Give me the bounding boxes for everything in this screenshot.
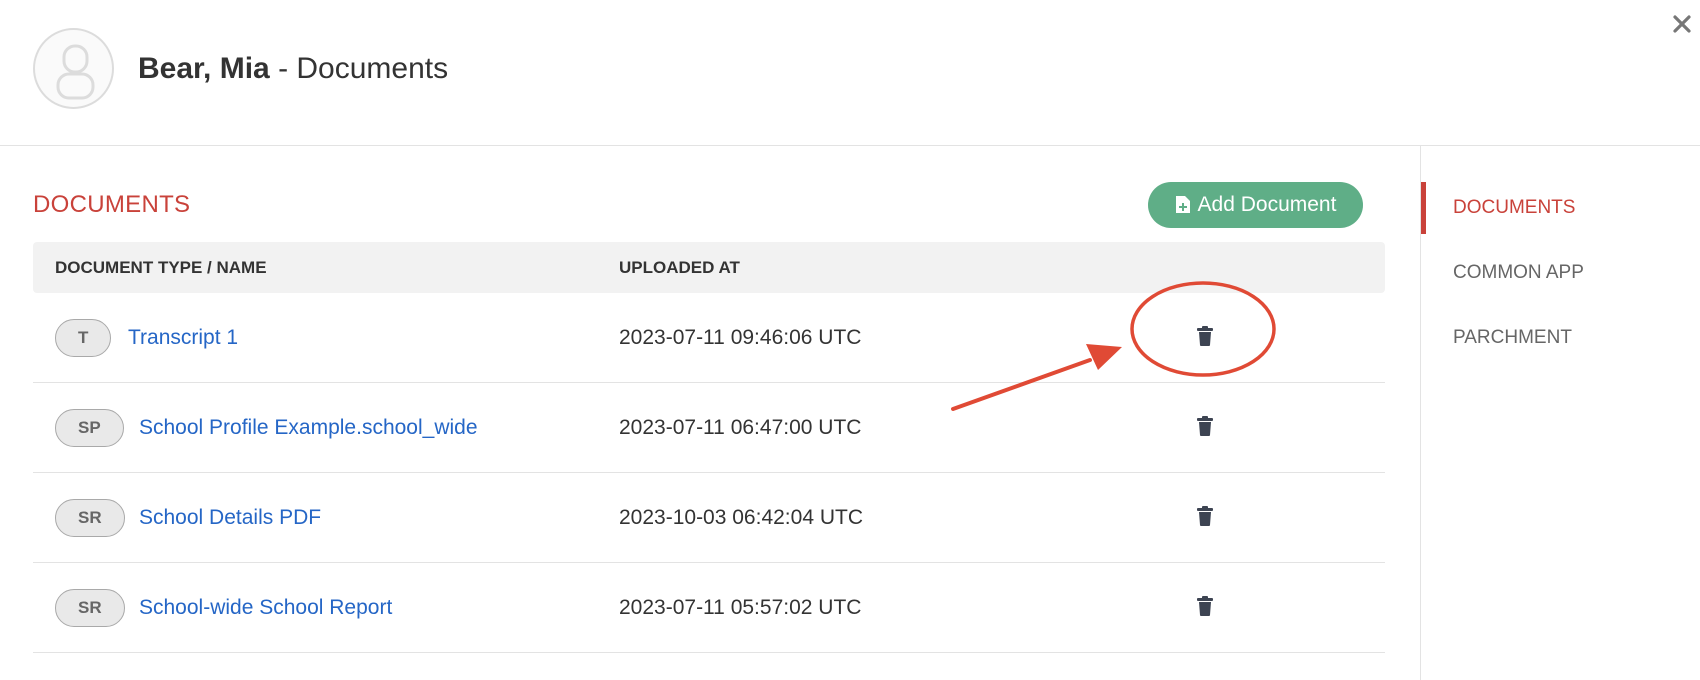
user-placeholder-icon bbox=[56, 44, 95, 100]
nav-item-parchment[interactable]: PARCHMENT bbox=[1421, 312, 1700, 364]
document-type-badge: SP bbox=[55, 409, 124, 447]
avatar bbox=[33, 28, 114, 109]
delete-button[interactable] bbox=[1196, 325, 1214, 347]
table-row: SR School-wide School Report 2023-07-11 … bbox=[33, 563, 1385, 653]
document-link[interactable]: School Profile Example.school_wide bbox=[139, 383, 478, 473]
document-type-badge: SR bbox=[55, 589, 125, 627]
add-document-label: Add Document bbox=[1197, 193, 1337, 216]
delete-button[interactable] bbox=[1196, 595, 1214, 617]
uploaded-at: 2023-10-03 06:42:04 UTC bbox=[619, 506, 863, 529]
uploaded-at: 2023-07-11 06:47:00 UTC bbox=[619, 416, 862, 439]
document-type-badge: SR bbox=[55, 499, 125, 537]
nav-item-common-app[interactable]: COMMON APP bbox=[1421, 247, 1700, 299]
modal-header: Bear, Mia - Documents bbox=[0, 0, 1700, 146]
trash-icon bbox=[1197, 416, 1213, 436]
page-title: Bear, Mia - Documents bbox=[138, 50, 448, 88]
trash-icon bbox=[1197, 326, 1213, 346]
close-icon bbox=[1673, 15, 1691, 33]
delete-button[interactable] bbox=[1196, 505, 1214, 527]
title-suffix: - Documents bbox=[269, 52, 449, 85]
documents-modal: Bear, Mia - Documents DOCUMENTS Add Docu… bbox=[0, 0, 1700, 680]
table-row: SP School Profile Example.school_wide 20… bbox=[33, 383, 1385, 473]
document-link[interactable]: School Details PDF bbox=[139, 473, 321, 563]
student-name: Bear, Mia bbox=[138, 52, 270, 85]
table-row: SR School Details PDF 2023-10-03 06:42:0… bbox=[33, 473, 1385, 563]
uploaded-at: 2023-07-11 09:46:06 UTC bbox=[619, 326, 862, 349]
close-button[interactable] bbox=[1668, 10, 1696, 38]
documents-table: DOCUMENT TYPE / NAME UPLOADED AT T Trans… bbox=[33, 242, 1385, 653]
nav-item-documents[interactable]: DOCUMENTS bbox=[1421, 182, 1700, 234]
add-document-button[interactable]: Add Document bbox=[1148, 182, 1363, 228]
file-plus-icon bbox=[1175, 185, 1191, 231]
section-nav: DOCUMENTS COMMON APP PARCHMENT bbox=[1420, 146, 1700, 680]
document-type-badge: T bbox=[55, 319, 112, 357]
table-row: T Transcript 1 2023-07-11 09:46:06 UTC bbox=[33, 293, 1385, 383]
document-link[interactable]: Transcript 1 bbox=[128, 293, 238, 383]
column-header-name: DOCUMENT TYPE / NAME bbox=[55, 258, 267, 277]
section-title: DOCUMENTS bbox=[33, 191, 191, 218]
documents-panel: DOCUMENTS Add Document DOCUMENT TYPE / N… bbox=[33, 146, 1385, 680]
trash-icon bbox=[1197, 506, 1213, 526]
uploaded-at: 2023-07-11 05:57:02 UTC bbox=[619, 596, 862, 619]
column-header-uploaded: UPLOADED AT bbox=[619, 258, 740, 277]
trash-icon bbox=[1197, 596, 1213, 616]
document-link[interactable]: School-wide School Report bbox=[139, 563, 392, 653]
table-header: DOCUMENT TYPE / NAME UPLOADED AT bbox=[33, 242, 1385, 293]
delete-button[interactable] bbox=[1196, 415, 1214, 437]
